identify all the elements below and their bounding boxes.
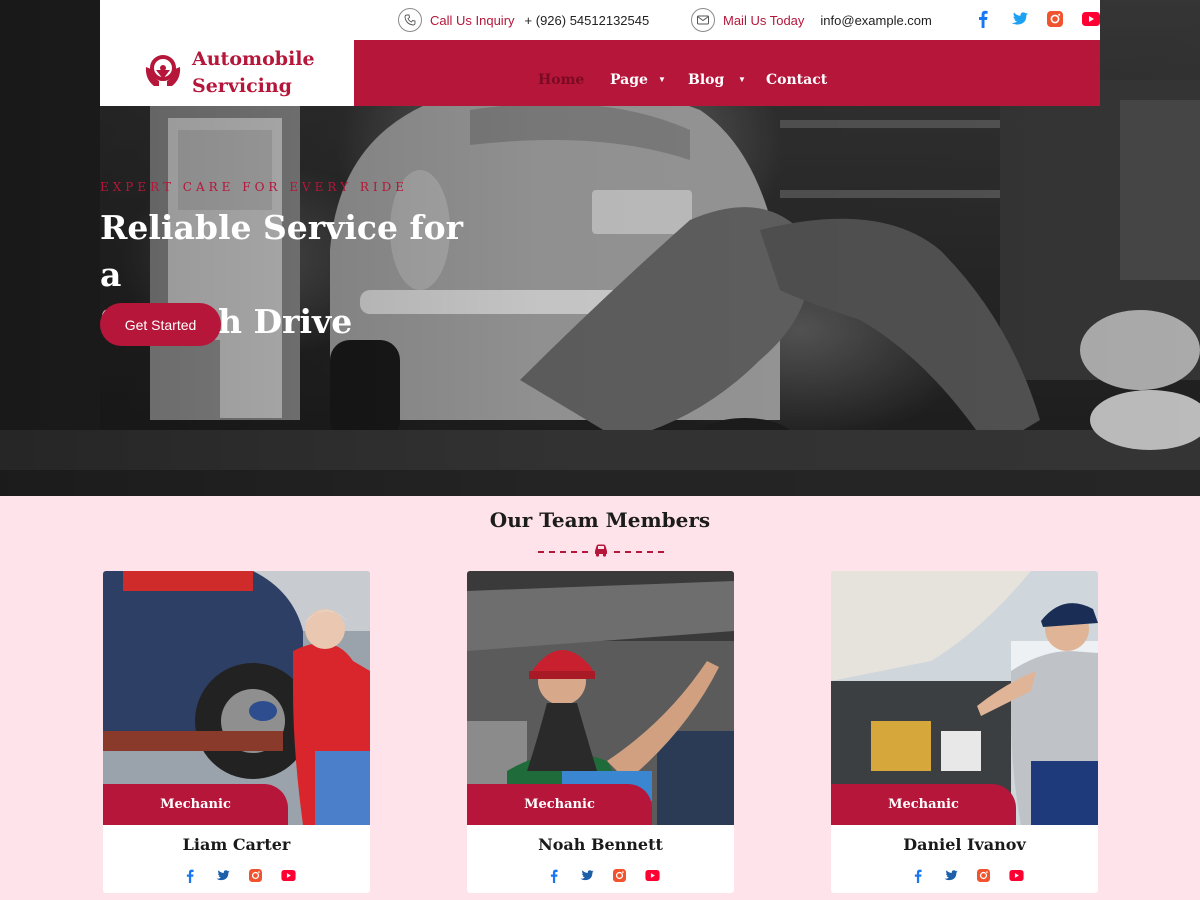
team-card[interactable]: Mechanic Daniel Ivanov <box>831 571 1098 893</box>
team-card[interactable]: Mechanic Liam Carter <box>103 571 370 893</box>
site-logo[interactable]: Automobile Servicing <box>100 40 354 106</box>
nav-contact[interactable]: Contact <box>766 72 827 88</box>
youtube-icon[interactable] <box>1008 867 1025 884</box>
brand-line2: Servicing <box>192 75 292 97</box>
youtube-icon[interactable] <box>1082 10 1100 28</box>
twitter-icon[interactable] <box>578 867 595 884</box>
nav-page[interactable]: Page <box>610 72 648 88</box>
hero-eyebrow: EXPERT CARE FOR EVERY RIDE <box>100 180 408 194</box>
member-name[interactable]: Daniel Ivanov <box>831 835 1098 854</box>
member-role: Mechanic <box>103 784 288 825</box>
member-social-links <box>545 867 661 884</box>
member-role: Mechanic <box>467 784 652 825</box>
get-started-button[interactable]: Get Started <box>100 303 221 346</box>
instagram-icon[interactable] <box>611 867 628 884</box>
twitter-icon[interactable] <box>1010 10 1028 28</box>
top-social-links <box>974 10 1100 28</box>
mail-icon <box>691 8 715 32</box>
twitter-icon[interactable] <box>214 867 231 884</box>
phone-contact[interactable]: Call Us Inquiry + (926) 54512132545 <box>398 8 649 32</box>
nav-home[interactable]: Home <box>538 72 584 88</box>
member-social-links <box>181 867 297 884</box>
phone-number[interactable]: + (926) 54512132545 <box>525 13 650 28</box>
top-contact-bar: Call Us Inquiry + (926) 54512132545 Mail… <box>100 0 1100 40</box>
instagram-icon[interactable] <box>975 867 992 884</box>
member-name[interactable]: Noah Bennett <box>467 835 734 854</box>
steering-wheel-hands-icon <box>144 53 182 94</box>
mail-contact[interactable]: Mail Us Today info@example.com <box>691 8 932 32</box>
chevron-down-icon[interactable]: ▼ <box>658 75 666 84</box>
phone-label: Call Us Inquiry <box>430 12 515 28</box>
member-name[interactable]: Liam Carter <box>103 835 370 854</box>
car-icon <box>593 543 609 562</box>
member-social-links <box>909 867 1025 884</box>
hero-title-line1: Reliable Service for a <box>100 208 464 294</box>
phone-icon <box>398 8 422 32</box>
nav-blog[interactable]: Blog <box>688 72 724 88</box>
mail-label: Mail Us Today <box>723 12 805 28</box>
facebook-icon[interactable] <box>909 867 926 884</box>
brand-line1: Automobile <box>192 48 315 70</box>
section-divider <box>538 544 664 560</box>
facebook-icon[interactable] <box>181 867 198 884</box>
facebook-icon[interactable] <box>545 867 562 884</box>
chevron-down-icon[interactable]: ▼ <box>738 75 746 84</box>
youtube-icon[interactable] <box>280 867 297 884</box>
brand-name: Automobile Servicing <box>192 46 315 100</box>
main-navigation: Home Page ▼ Blog ▼ Contact <box>354 40 1100 106</box>
team-card[interactable]: Mechanic Noah Bennett <box>467 571 734 893</box>
instagram-icon[interactable] <box>247 867 264 884</box>
team-heading: Our Team Members <box>489 508 711 532</box>
member-role: Mechanic <box>831 784 1016 825</box>
facebook-icon[interactable] <box>974 10 992 28</box>
twitter-icon[interactable] <box>942 867 959 884</box>
instagram-icon[interactable] <box>1046 10 1064 28</box>
mail-address[interactable]: info@example.com <box>820 13 931 28</box>
youtube-icon[interactable] <box>644 867 661 884</box>
